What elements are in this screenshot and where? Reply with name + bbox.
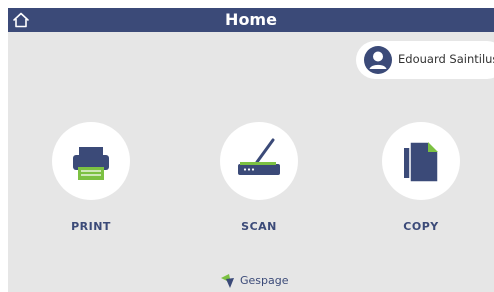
brand-logo: Gespage	[218, 270, 308, 292]
copy-button[interactable]: COPY	[382, 122, 460, 242]
copy-icon	[404, 141, 439, 183]
scan-button[interactable]: SCAN	[220, 122, 298, 242]
user-name: Edouard Saintilus	[398, 52, 494, 66]
copy-label: COPY	[403, 220, 439, 233]
top-bar: Home	[8, 8, 494, 32]
app-screen: Home Edouard Saintilus PRINT SCAN COPY G…	[8, 8, 494, 292]
page-title: Home	[225, 10, 277, 29]
user-account-button[interactable]: Edouard Saintilus	[356, 41, 494, 79]
print-button[interactable]: PRINT	[52, 122, 130, 242]
gespage-logo-icon	[221, 274, 234, 288]
user-icon	[364, 46, 392, 74]
print-label: PRINT	[71, 220, 111, 233]
brand-name: Gespage	[240, 274, 289, 287]
scanner-icon	[238, 138, 280, 175]
scan-label: SCAN	[241, 220, 277, 233]
printer-icon	[73, 147, 109, 180]
